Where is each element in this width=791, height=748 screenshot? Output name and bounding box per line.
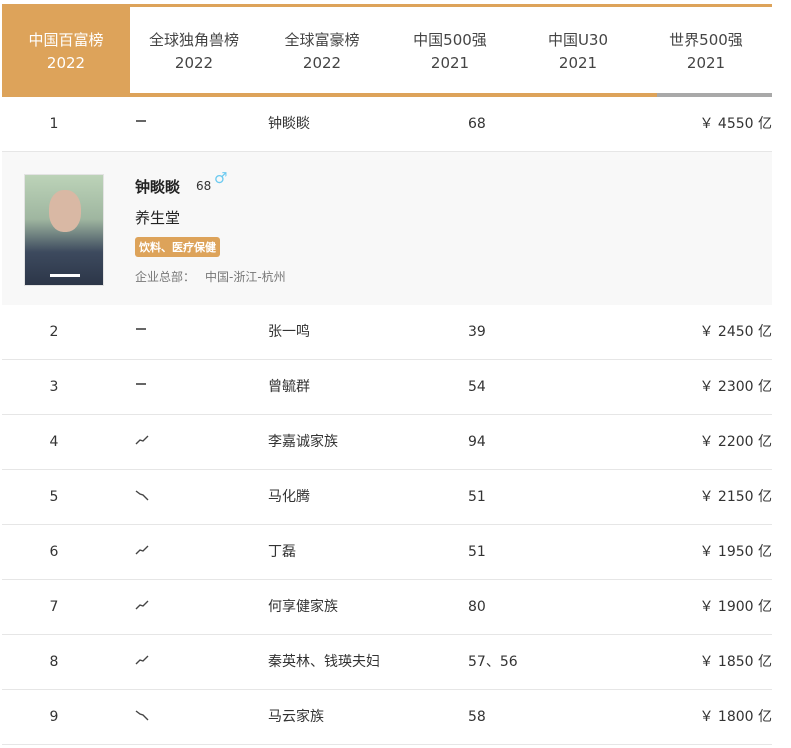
- age: 94: [468, 434, 486, 450]
- table-row[interactable]: 5 马化腾 51 ￥ 2150 亿: [2, 470, 772, 525]
- person-detail-panel: 钟睒睒 68 ♂ 养生堂 饮料、医疗保健 企业总部： 中国-浙江-杭州: [2, 152, 772, 305]
- detail-name[interactable]: 钟睒睒: [135, 176, 180, 197]
- net-worth: ￥ 1800 亿: [699, 709, 772, 725]
- table-row[interactable]: 2 张一鸣 39 ￥ 2450 亿: [2, 305, 772, 360]
- net-worth: ￥ 1950 亿: [699, 544, 772, 560]
- tab-year: 2022: [46, 54, 86, 72]
- rank: 3: [49, 379, 59, 395]
- age: 39: [468, 324, 486, 340]
- net-worth: ￥ 4550 亿: [699, 116, 772, 132]
- table-row[interactable]: 4 李嘉诚家族 94 ￥ 2200 亿: [2, 415, 772, 470]
- table-row[interactable]: 1 钟睒睒 68 ￥ 4550 亿: [2, 97, 772, 152]
- list-tabs: 中国百富榜 2022 全球独角兽榜 2022 全球富豪榜 2022 中国500强 2021 中国…: [2, 4, 772, 97]
- person-name[interactable]: 何享健家族: [268, 580, 338, 635]
- hq-value: 中国-浙江-杭州: [205, 270, 286, 284]
- tab-year: 2022: [174, 54, 214, 72]
- rank: 7: [49, 599, 59, 615]
- tab-1[interactable]: 全球独角兽榜 2022: [130, 7, 258, 96]
- net-worth: ￥ 1900 亿: [699, 599, 772, 615]
- rank: 1: [49, 116, 59, 132]
- tab-year: 2021: [686, 54, 726, 72]
- person-name[interactable]: 马云家族: [268, 690, 324, 745]
- person-name[interactable]: 丁磊: [268, 525, 296, 580]
- table-row[interactable]: 9 马云家族 58 ￥ 1800 亿: [2, 690, 772, 745]
- tab-title: 全球独角兽榜: [148, 31, 239, 49]
- male-icon: ♂: [214, 169, 228, 187]
- net-worth: ￥ 2150 亿: [699, 489, 772, 505]
- person-name[interactable]: 张一鸣: [268, 305, 310, 360]
- tab-title: 中国百富榜: [28, 31, 104, 49]
- hq-label: 企业总部：: [135, 270, 196, 284]
- rank: 2: [49, 324, 59, 340]
- tab-5[interactable]: 世界500强 2021: [642, 7, 770, 96]
- age: 51: [468, 544, 486, 560]
- net-worth: ￥ 2450 亿: [699, 324, 772, 340]
- net-worth: ￥ 2200 亿: [699, 434, 772, 450]
- tab-year: 2021: [558, 54, 598, 72]
- tab-4[interactable]: 中国U30 2021: [514, 7, 642, 96]
- rich-list: 中国百富榜 2022 全球独角兽榜 2022 全球富豪榜 2022 中国500强 2021 中国…: [2, 0, 772, 748]
- person-photo: [24, 174, 104, 286]
- age: 68: [468, 116, 486, 132]
- table-row[interactable]: 6 丁磊 51 ￥ 1950 亿: [2, 525, 772, 580]
- rank: 8: [49, 654, 59, 670]
- person-name[interactable]: 马化腾: [268, 470, 310, 525]
- tab-0[interactable]: 中国百富榜 2022: [2, 7, 130, 96]
- age: 80: [468, 599, 486, 615]
- tab-title: 中国U30: [547, 31, 609, 49]
- headquarters: 企业总部： 中国-浙江-杭州: [135, 268, 286, 285]
- tab-2[interactable]: 全球富豪榜 2022: [258, 7, 386, 96]
- rank: 9: [49, 709, 59, 725]
- detail-age: 68: [196, 179, 212, 193]
- person-name[interactable]: 曾毓群: [268, 360, 310, 415]
- age: 51: [468, 489, 486, 505]
- age: 57、56: [468, 654, 518, 670]
- rank: 6: [49, 544, 59, 560]
- person-name[interactable]: 李嘉诚家族: [268, 415, 338, 470]
- tab-title: 全球富豪榜: [284, 31, 360, 49]
- tab-year: 2021: [430, 54, 470, 72]
- tab-title: 中国500强: [413, 31, 487, 49]
- table-row[interactable]: 7 何享健家族 80 ￥ 1900 亿: [2, 580, 772, 635]
- tab-title: 世界500强: [669, 31, 743, 49]
- table-row[interactable]: 3 曾毓群 54 ￥ 2300 亿: [2, 360, 772, 415]
- net-worth: ￥ 2300 亿: [699, 379, 772, 395]
- industry-tag: 饮料、医疗保健: [135, 237, 220, 257]
- tab-3[interactable]: 中国500强 2021: [386, 7, 514, 96]
- rank: 5: [49, 489, 59, 505]
- rank: 4: [49, 434, 59, 450]
- table-row[interactable]: 8 秦英林、钱瑛夫妇 57、56 ￥ 1850 亿: [2, 635, 772, 690]
- age: 54: [468, 379, 486, 395]
- person-name[interactable]: 钟睒睒: [268, 97, 310, 152]
- net-worth: ￥ 1850 亿: [699, 654, 772, 670]
- tab-year: 2022: [302, 54, 342, 72]
- detail-company: 养生堂: [135, 209, 181, 227]
- person-name[interactable]: 秦英林、钱瑛夫妇: [268, 635, 380, 690]
- age: 58: [468, 709, 486, 725]
